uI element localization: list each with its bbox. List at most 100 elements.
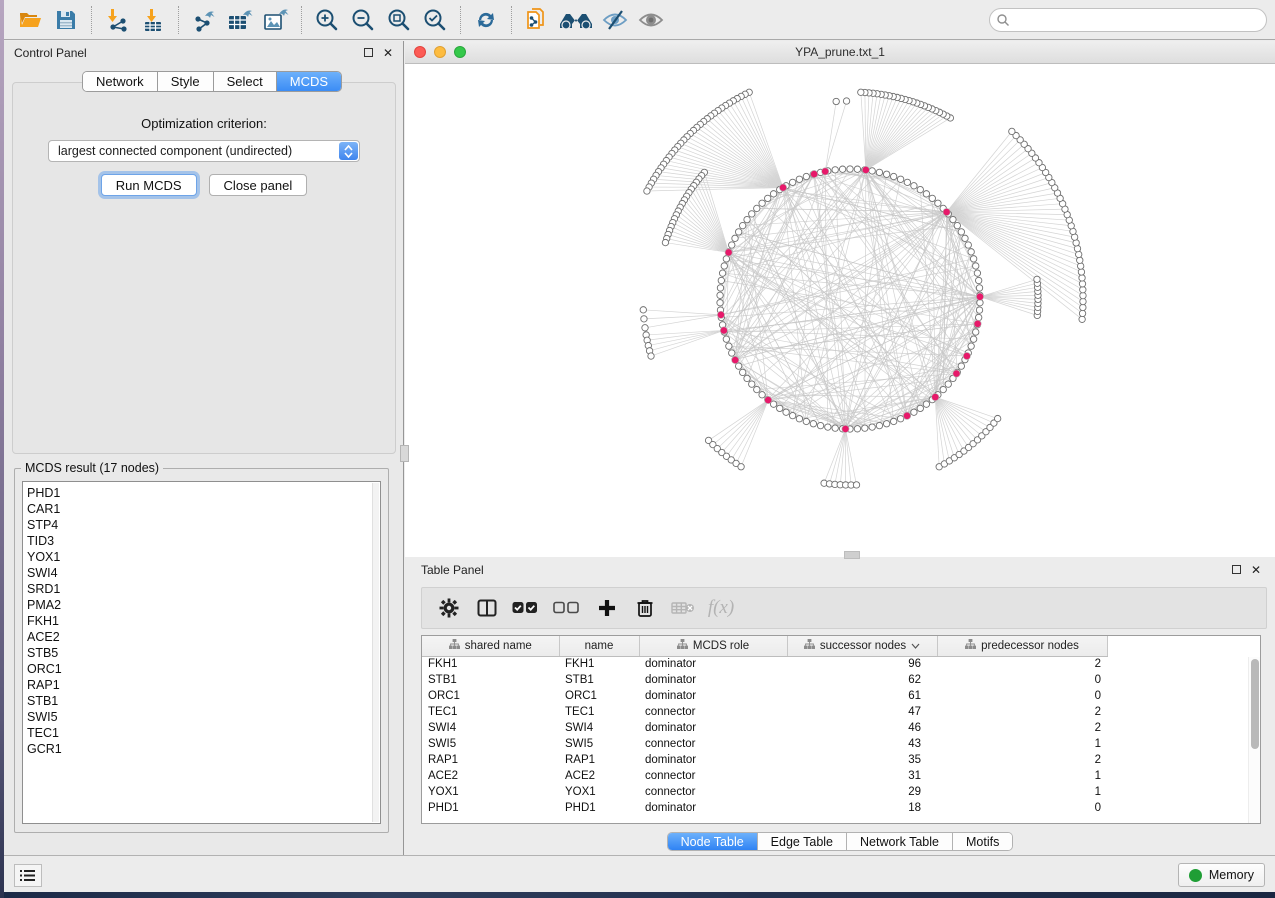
delete-icon[interactable] <box>628 592 662 624</box>
column-header-name[interactable]: name <box>559 636 639 656</box>
column-layout-icon[interactable] <box>470 592 504 624</box>
mcds-node[interactable] <box>953 370 960 377</box>
mcds-node[interactable] <box>943 208 950 215</box>
show-all-icon[interactable] <box>633 3 669 37</box>
search-input[interactable] <box>989 8 1267 32</box>
gear-icon[interactable] <box>432 592 466 624</box>
table-row[interactable]: TEC1TEC1connector472 <box>422 704 1107 720</box>
float-panel-icon[interactable] <box>1232 564 1241 576</box>
tab-network[interactable]: Network <box>83 72 158 91</box>
run-mcds-button[interactable]: Run MCDS <box>101 174 197 196</box>
table-scrollbar[interactable] <box>1248 657 1260 823</box>
network-window-titlebar[interactable]: YPA_prune.txt_1 <box>405 41 1275 64</box>
result-node[interactable]: STB1 <box>23 693 380 709</box>
close-panel-icon[interactable]: ✕ <box>383 47 393 59</box>
result-node[interactable]: ACE2 <box>23 629 380 645</box>
mcds-node[interactable] <box>976 293 983 300</box>
select-all-icon[interactable] <box>508 592 542 624</box>
mcds-node[interactable] <box>903 412 910 419</box>
mcds-node[interactable] <box>974 320 981 327</box>
column-header-MCDS-role[interactable]: MCDS role <box>639 636 787 656</box>
save-session-icon[interactable] <box>48 3 84 37</box>
import-network-icon[interactable] <box>99 3 135 37</box>
mcds-node[interactable] <box>862 166 869 173</box>
zoom-fit-icon[interactable] <box>381 3 417 37</box>
result-node[interactable]: CAR1 <box>23 501 380 517</box>
result-node[interactable]: RAP1 <box>23 677 380 693</box>
close-window-icon[interactable] <box>414 46 426 58</box>
table-row[interactable]: SWI5SWI5connector431 <box>422 736 1107 752</box>
export-image-icon[interactable] <box>258 3 294 37</box>
maximize-window-icon[interactable] <box>454 46 466 58</box>
deselect-all-icon[interactable] <box>546 592 586 624</box>
mcds-node[interactable] <box>963 352 970 359</box>
import-table-icon[interactable] <box>135 3 171 37</box>
refresh-icon[interactable] <box>468 3 504 37</box>
table-row[interactable]: ORC1ORC1dominator610 <box>422 688 1107 704</box>
mcds-node[interactable] <box>822 168 829 175</box>
result-node[interactable]: ORC1 <box>23 661 380 677</box>
zoom-selected-icon[interactable] <box>417 3 453 37</box>
result-node[interactable]: YOX1 <box>23 549 380 565</box>
criterion-dropdown[interactable]: largest connected component (undirected) <box>48 140 360 162</box>
export-network-icon[interactable] <box>186 3 222 37</box>
minimize-window-icon[interactable] <box>434 46 446 58</box>
tab-network-table[interactable]: Network Table <box>847 833 953 850</box>
result-scrollbar[interactable] <box>372 483 379 822</box>
network-view[interactable] <box>405 64 1275 557</box>
result-node[interactable]: TID3 <box>23 533 380 549</box>
mcds-node[interactable] <box>842 425 849 432</box>
tab-select[interactable]: Select <box>214 72 277 91</box>
table-row[interactable]: PHD1PHD1dominator180 <box>422 800 1107 816</box>
first-neighbors-icon[interactable] <box>555 3 597 37</box>
mcds-node[interactable] <box>725 249 732 256</box>
mcds-node[interactable] <box>779 184 786 191</box>
table-row[interactable]: ACE2ACE2connector311 <box>422 768 1107 784</box>
result-node[interactable]: STB5 <box>23 645 380 661</box>
new-network-from-selection-icon[interactable] <box>519 3 555 37</box>
horizontal-splitter-handle[interactable] <box>844 551 860 559</box>
result-node[interactable]: GCR1 <box>23 741 380 757</box>
result-node[interactable]: PMA2 <box>23 597 380 613</box>
mcds-node[interactable] <box>932 394 939 401</box>
column-header-successor-nodes[interactable]: successor nodes <box>787 636 937 656</box>
node-table[interactable]: shared namenameMCDS rolesuccessor nodesp… <box>421 635 1261 824</box>
result-node[interactable]: SRD1 <box>23 581 380 597</box>
close-panel-button[interactable]: Close panel <box>209 174 308 196</box>
result-node[interactable]: STP4 <box>23 517 380 533</box>
open-file-icon[interactable] <box>12 3 48 37</box>
mcds-node[interactable] <box>732 356 739 363</box>
tab-node-table[interactable]: Node Table <box>668 833 758 850</box>
tab-style[interactable]: Style <box>158 72 214 91</box>
memory-button[interactable]: Memory <box>1178 863 1265 887</box>
result-node[interactable]: SWI4 <box>23 565 380 581</box>
task-history-button[interactable] <box>14 864 42 887</box>
float-panel-icon[interactable] <box>364 47 373 59</box>
tab-mcds[interactable]: MCDS <box>277 72 341 91</box>
zoom-in-icon[interactable] <box>309 3 345 37</box>
table-row[interactable]: SWI4SWI4dominator462 <box>422 720 1107 736</box>
mcds-node[interactable] <box>765 396 772 403</box>
mcds-node[interactable] <box>720 327 727 334</box>
add-icon[interactable] <box>590 592 624 624</box>
vertical-splitter-handle[interactable] <box>400 445 409 462</box>
hide-selected-icon[interactable] <box>597 3 633 37</box>
column-header-shared-name[interactable]: shared name <box>422 636 559 656</box>
tab-motifs[interactable]: Motifs <box>953 833 1012 850</box>
tab-edge-table[interactable]: Edge Table <box>758 833 847 850</box>
column-header-predecessor-nodes[interactable]: predecessor nodes <box>937 636 1107 656</box>
table-row[interactable]: FKH1FKH1dominator962 <box>422 656 1107 672</box>
result-node[interactable]: SWI5 <box>23 709 380 725</box>
table-row[interactable]: STB1STB1dominator620 <box>422 672 1107 688</box>
mcds-result-list[interactable]: PHD1CAR1STP4TID3YOX1SWI4SRD1PMA2FKH1ACE2… <box>22 481 381 824</box>
zoom-out-icon[interactable] <box>345 3 381 37</box>
mcds-node[interactable] <box>811 170 818 177</box>
export-table-icon[interactable] <box>222 3 258 37</box>
table-row[interactable]: RAP1RAP1dominator352 <box>422 752 1107 768</box>
close-panel-icon[interactable]: ✕ <box>1251 564 1261 576</box>
result-node[interactable]: TEC1 <box>23 725 380 741</box>
table-row[interactable]: YOX1YOX1connector291 <box>422 784 1107 800</box>
result-node[interactable]: FKH1 <box>23 613 380 629</box>
result-node[interactable]: PHD1 <box>23 485 380 501</box>
mcds-node[interactable] <box>717 311 724 318</box>
